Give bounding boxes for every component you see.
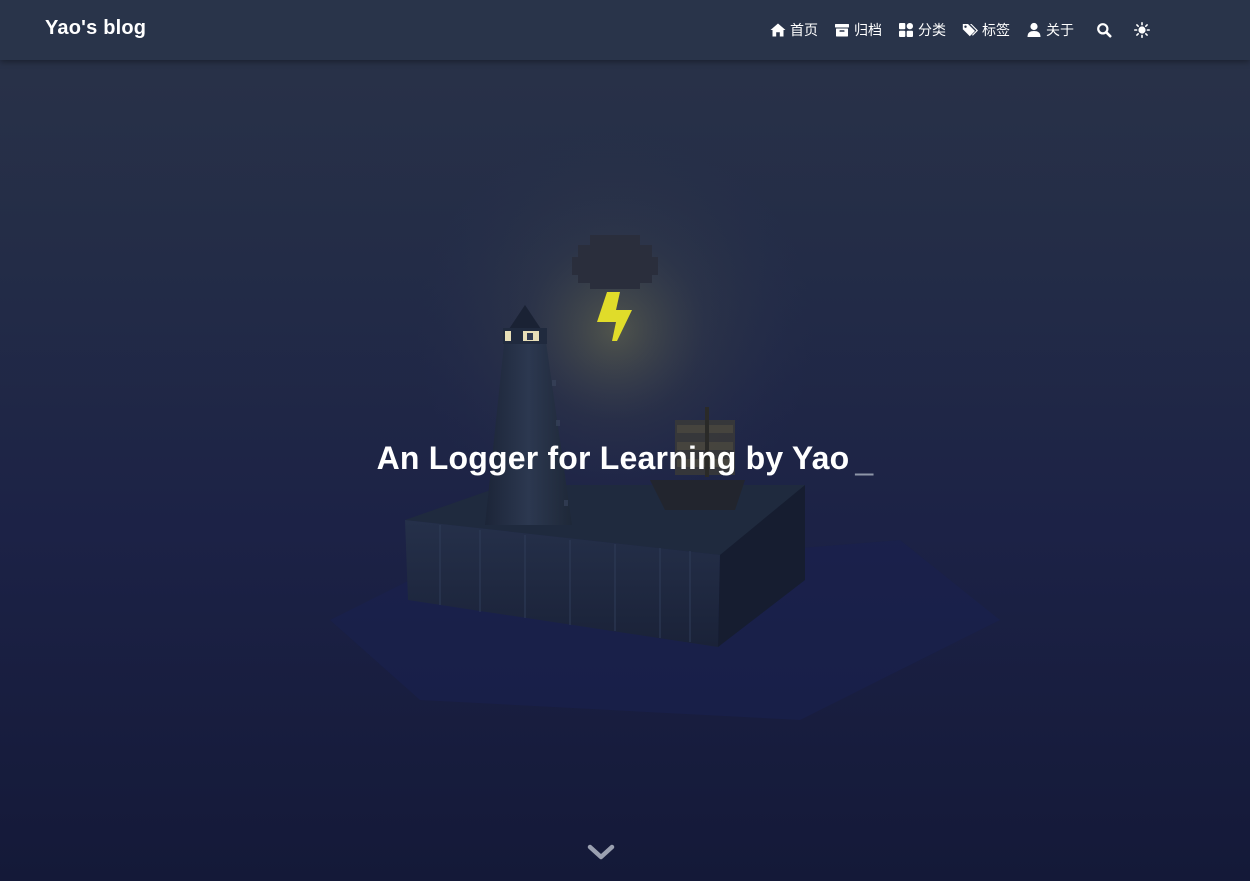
typing-cursor: _ [855,440,874,476]
nav-item-archive-label: 归档 [854,22,882,38]
nav-item-archive[interactable]: 归档 [834,20,882,40]
navbar: Yao's blog 首页 归档 分类 标签 关于 [0,0,1250,60]
search-icon [1096,22,1112,38]
chevron-down-icon [587,844,615,867]
page: Yao's blog 首页 归档 分类 标签 关于 An Logger for … [0,0,1250,881]
user-icon [1026,22,1042,38]
nav-item-about[interactable]: 关于 [1026,20,1074,40]
hero-title-text: An Logger for Learning by Yao [376,440,850,476]
nav-item-category-label: 分类 [918,22,946,38]
nav-item-tags[interactable]: 标签 [962,20,1010,40]
scroll-down-button[interactable] [587,843,615,863]
nav-item-home-label: 首页 [790,22,818,38]
nav-menu: 首页 归档 分类 标签 关于 [754,0,1150,60]
home-icon [770,22,786,38]
nav-item-category[interactable]: 分类 [898,20,946,40]
sun-icon [1134,22,1150,38]
search-button[interactable] [1096,22,1112,38]
theme-toggle-button[interactable] [1134,22,1150,38]
brand-link[interactable]: Yao's blog [45,17,146,40]
archive-icon [834,22,850,38]
hero-title: An Logger for Learning by Yao _ [0,440,1250,477]
nav-item-about-label: 关于 [1046,22,1074,38]
tags-icon [962,22,978,38]
nav-item-tags-label: 标签 [982,22,1010,38]
category-icon [898,22,914,38]
nav-item-home[interactable]: 首页 [770,20,818,40]
